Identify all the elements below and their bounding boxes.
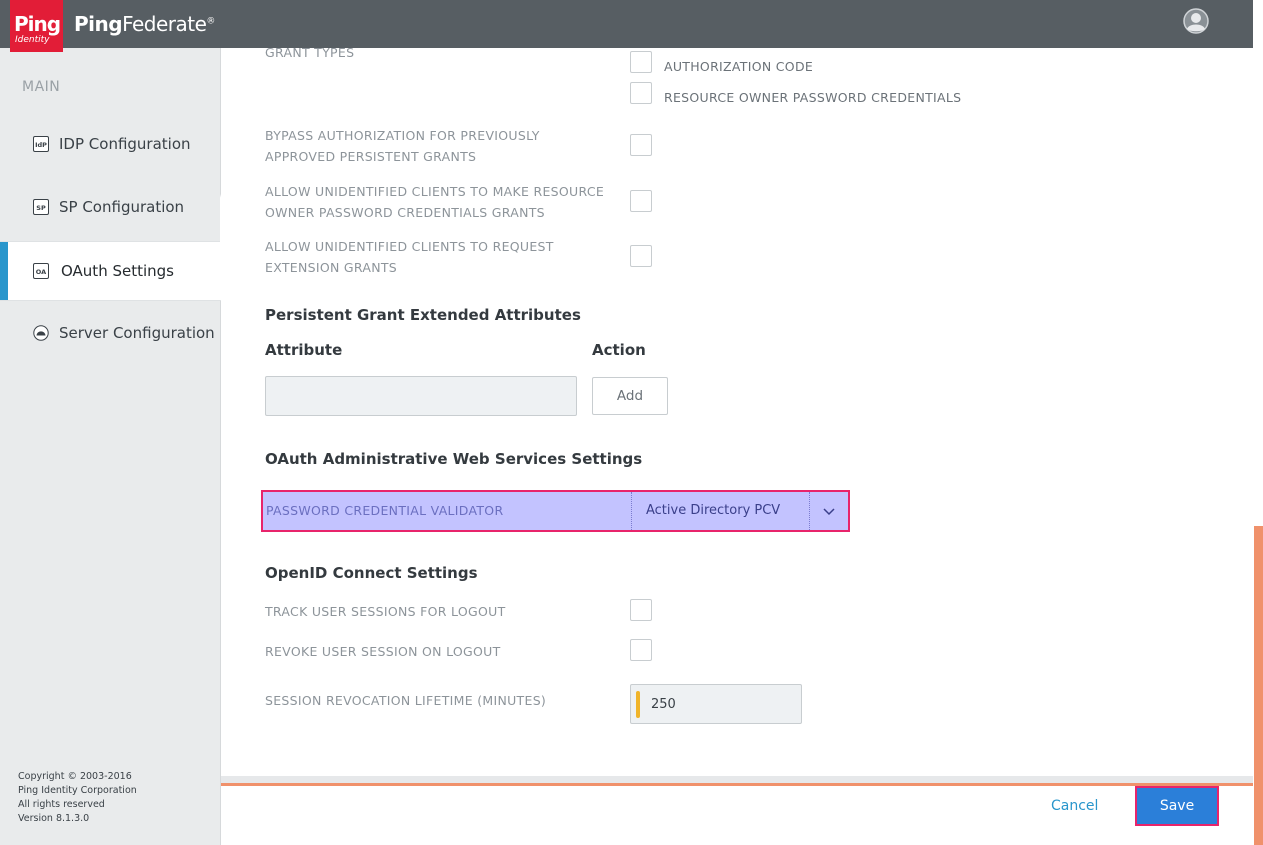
- required-indicator: [636, 691, 640, 718]
- bypass-authorization-label: BYPASS AUTHORIZATION FOR PREVIOUSLY APPR…: [265, 125, 540, 167]
- action-column-header: Action: [592, 341, 646, 359]
- label-line: OWNER PASSWORD CREDENTIALS GRANTS: [265, 205, 545, 220]
- sp-icon: SP: [33, 199, 49, 215]
- revoke-user-session-label: REVOKE USER SESSION ON LOGOUT: [265, 644, 501, 659]
- label-line: ALLOW UNIDENTIFIED CLIENTS TO REQUEST: [265, 239, 554, 254]
- add-attribute-button[interactable]: Add: [592, 377, 668, 415]
- allow-unidentified-extension-label: ALLOW UNIDENTIFIED CLIENTS TO REQUEST EX…: [265, 236, 554, 278]
- checkbox-allow-unidentified-ropc[interactable]: [630, 190, 652, 212]
- label-line: ALLOW UNIDENTIFIED CLIENTS TO MAKE RESOU…: [265, 184, 605, 199]
- copyright-line: Copyright © 2003-2016: [18, 771, 132, 782]
- brand-mark: ®: [206, 16, 215, 27]
- label-line: APPROVED PERSISTENT GRANTS: [265, 149, 477, 164]
- sidebar-item-label: IDP Configuration: [59, 135, 191, 153]
- pcv-select-value[interactable]: Active Directory PCV: [646, 503, 780, 518]
- copyright-notice: Copyright © 2003-2016 Ping Identity Corp…: [18, 770, 137, 826]
- server-icon: [33, 325, 49, 341]
- openid-connect-section-title: OpenID Connect Settings: [265, 564, 478, 582]
- scrollbar-thumb[interactable]: [1254, 526, 1263, 845]
- checkbox-resource-owner-password-credentials[interactable]: [630, 82, 652, 104]
- sidebar: MAIN IdP IDP Configuration SP SP Configu…: [0, 48, 222, 845]
- idp-icon-text: IdP: [35, 141, 47, 149]
- sidebar-item-server-configuration[interactable]: Server Configuration: [0, 303, 221, 363]
- sp-icon-text: SP: [36, 204, 46, 212]
- label-line: BYPASS AUTHORIZATION FOR PREVIOUSLY: [265, 128, 540, 143]
- track-user-sessions-label: TRACK USER SESSIONS FOR LOGOUT: [265, 604, 506, 619]
- label-line: EXTENSION GRANTS: [265, 260, 398, 275]
- sidebar-item-label: SP Configuration: [59, 198, 185, 216]
- oauth-admin-ws-section-title: OAuth Administrative Web Services Settin…: [265, 450, 643, 468]
- copyright-line: Ping Identity Corporation: [18, 785, 137, 796]
- oauth-icon-text: OA: [36, 268, 46, 276]
- sidebar-item-idp-configuration[interactable]: IdP IDP Configuration: [0, 114, 221, 174]
- cancel-button[interactable]: Cancel: [1051, 798, 1098, 814]
- divider: [631, 492, 632, 530]
- checkbox-authorization-code[interactable]: [630, 51, 652, 73]
- main-content: GRANT TYPES AUTHORIZATION CODE RESOURCE …: [221, 45, 1253, 776]
- logo-text: Ping: [14, 12, 61, 36]
- divider: [809, 492, 810, 530]
- sidebar-item-label: Server Configuration: [59, 324, 215, 342]
- option-resource-owner-password-credentials: RESOURCE OWNER PASSWORD CREDENTIALS: [664, 90, 962, 105]
- version-line: Version 8.1.3.0: [18, 813, 90, 824]
- session-revocation-lifetime-value: 250: [651, 697, 676, 712]
- checkbox-allow-unidentified-extension[interactable]: [630, 245, 652, 267]
- top-header-bar: Ping Identity PingFederate®: [0, 0, 1253, 52]
- app-window: Ping Identity PingFederate® MAIN IdP IDP…: [0, 0, 1263, 845]
- idp-icon: IdP: [33, 136, 49, 152]
- session-revocation-lifetime-label: SESSION REVOCATION LIFETIME (MINUTES): [265, 693, 547, 708]
- checkbox-track-user-sessions[interactable]: [630, 599, 652, 621]
- grant-types-label: GRANT TYPES: [265, 45, 355, 60]
- option-authorization-code: AUTHORIZATION CODE: [664, 59, 814, 74]
- chevron-down-icon[interactable]: [822, 504, 836, 518]
- allow-unidentified-ropc-label: ALLOW UNIDENTIFIED CLIENTS TO MAKE RESOU…: [265, 181, 604, 223]
- checkbox-bypass-authorization[interactable]: [630, 134, 652, 156]
- attribute-column-header: Attribute: [265, 341, 343, 359]
- sidebar-item-sp-configuration[interactable]: SP SP Configuration: [0, 177, 221, 237]
- sidebar-item-label: OAuth Settings: [61, 262, 174, 280]
- copyright-line: All rights reserved: [18, 799, 105, 810]
- brand-light: Federate: [122, 12, 207, 36]
- product-name: PingFederate®: [74, 12, 215, 36]
- ping-identity-logo[interactable]: Ping Identity: [10, 0, 63, 52]
- brand-bold: Ping: [74, 12, 123, 36]
- password-credential-validator-row[interactable]: PASSWORD CREDENTIAL VALIDATOR Active Dir…: [261, 490, 850, 532]
- logo-subtext: Identity: [15, 35, 50, 45]
- checkbox-revoke-user-session[interactable]: [630, 639, 652, 661]
- action-footer: Cancel Save: [221, 786, 1253, 845]
- pcv-label: PASSWORD CREDENTIAL VALIDATOR: [266, 503, 504, 518]
- save-button[interactable]: Save: [1135, 786, 1219, 826]
- sidebar-section-main: MAIN: [22, 79, 61, 95]
- oauth-icon: OA: [33, 263, 49, 279]
- persistent-grant-section-title: Persistent Grant Extended Attributes: [265, 306, 581, 324]
- sidebar-item-oauth-settings[interactable]: OA OAuth Settings: [0, 241, 222, 301]
- user-avatar-icon[interactable]: [1183, 8, 1209, 34]
- session-revocation-lifetime-input[interactable]: 250: [630, 684, 802, 724]
- footer-separator: [221, 776, 1253, 783]
- attribute-input[interactable]: [265, 376, 577, 416]
